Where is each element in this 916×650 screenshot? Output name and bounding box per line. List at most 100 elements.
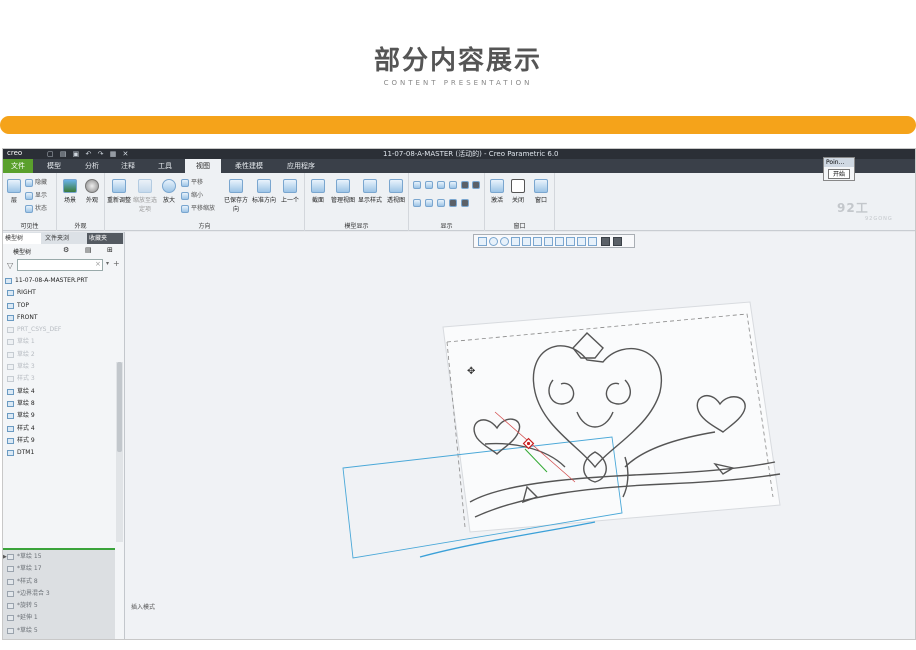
zoom-selected-icon (138, 179, 152, 193)
sketch-icon (7, 627, 14, 634)
previous-view-icon (283, 179, 297, 193)
display-style-button[interactable]: 显示样式 (357, 179, 383, 204)
zoom-to-selected-button[interactable]: 缩放至选定项 (132, 179, 158, 213)
axis-tag-icon[interactable] (425, 199, 433, 207)
csys-tag-icon[interactable] (449, 199, 457, 207)
show-button[interactable]: 显示 (25, 190, 47, 200)
add-filter-icon[interactable]: + (113, 259, 120, 268)
tree-item-sketch-2[interactable]: 草绘 2 (3, 349, 115, 361)
sphere-icon (85, 179, 99, 193)
tree-item-revolve-5[interactable]: *旋转 5 (3, 600, 115, 612)
tree-item-dtm1[interactable]: DTM1 (3, 447, 115, 459)
status-button[interactable]: 状态 (25, 203, 47, 213)
appearance-label: 外观 (85, 197, 98, 204)
tree-item-right[interactable]: RIGHT (3, 287, 115, 299)
close-window-button[interactable]: 关闭 (508, 179, 528, 204)
tab-favorites[interactable]: 收藏夹 (87, 233, 123, 244)
hide-button[interactable]: 隐藏 (25, 177, 47, 187)
display-toggle-icon[interactable] (461, 199, 469, 207)
plane-tag-icon[interactable] (413, 199, 421, 207)
group-appearance: 场景 外观 外观 (57, 173, 105, 231)
style-icon (7, 578, 14, 585)
refit-button[interactable]: 重新调整 (107, 179, 131, 204)
tree-item-sketch-9[interactable]: 草绘 9 (3, 410, 115, 422)
tree-root[interactable]: 11-07-08-A-MASTER.PRT (3, 275, 115, 287)
tree-item-style-9[interactable]: 样式 9 (3, 435, 115, 447)
datum-plane-icon (7, 450, 14, 457)
zoom-in-button[interactable]: 放大 (159, 179, 179, 204)
tree-settings-icon[interactable]: ⚙ (63, 246, 69, 254)
tree-item-top[interactable]: TOP (3, 300, 115, 312)
scene-label: 场景 (63, 197, 76, 204)
tree-scrollbar-thumb[interactable] (117, 362, 122, 452)
tree-item-boundary-blend-3[interactable]: *边界混合 3 (3, 588, 115, 600)
graphics-viewport[interactable]: ✥ 插入模式 (125, 232, 916, 640)
tree-item-style-3[interactable]: 样式 3 (3, 373, 115, 385)
zoom-out-button[interactable]: 缩小 (181, 190, 203, 200)
tree-item-extend-1[interactable]: *延伸 1 (3, 612, 115, 624)
standard-orientation-button[interactable]: 标准方向 (251, 179, 277, 204)
activate-label: 激活 (490, 197, 503, 204)
filter-icon[interactable]: ▽ (7, 261, 13, 270)
tree-item-sketch-1[interactable]: 草绘 1 (3, 336, 115, 348)
activate-button[interactable]: 激活 (487, 179, 507, 204)
clear-filter-icon[interactable]: × (95, 260, 101, 268)
tree-item-sketch-15[interactable]: ▶ *草绘 15 (3, 551, 115, 563)
point-tag-icon[interactable] (437, 199, 445, 207)
tab-annotate[interactable]: 注释 (111, 159, 145, 173)
style-icon (7, 376, 14, 383)
tab-tools[interactable]: 工具 (147, 159, 183, 173)
tree-item-csys[interactable]: PRT_CSYS_DEF (3, 324, 115, 336)
filter-dropdown-icon[interactable]: ▾ (106, 260, 109, 267)
tree-item-label: 草绘 4 (17, 387, 35, 395)
annotation-display-icon[interactable] (461, 181, 469, 189)
tab-file[interactable]: 文件 (3, 159, 33, 173)
perspective-button[interactable]: 透视图 (384, 179, 408, 204)
appearance-button[interactable]: 外观 (82, 179, 102, 204)
tab-applications[interactable]: 应用程序 (277, 159, 325, 173)
point-dialog-start-button[interactable]: 开始 (828, 169, 850, 179)
windows-button[interactable]: 窗口 (531, 179, 551, 204)
tree-item-sketch-17[interactable]: *草绘 17 (3, 563, 115, 575)
group-orientation: 重新调整 缩放至选定项 放大 平移 缩小 平移缩放 已保存方向 标准方向 上一个… (105, 173, 305, 231)
sketch-icon (7, 413, 14, 420)
spin-center-icon[interactable] (472, 181, 480, 189)
datum-point-display-icon[interactable] (437, 181, 445, 189)
tree-expand-icon[interactable]: ⊞ (107, 246, 113, 254)
tab-folder-browser[interactable]: 文件夹浏 (43, 233, 85, 244)
tree-item-sketch-4[interactable]: 草绘 4 (3, 386, 115, 398)
tab-view[interactable]: 视图 (185, 159, 221, 173)
scene-button[interactable]: 场景 (60, 179, 80, 204)
saved-orientations-button[interactable]: 已保存方向 (223, 179, 249, 213)
tab-analysis[interactable]: 分析 (75, 159, 109, 173)
tree-item-sketch-8[interactable]: 草绘 8 (3, 398, 115, 410)
tree-search-input[interactable] (17, 259, 103, 271)
tree-item-style-4[interactable]: 样式 4 (3, 423, 115, 435)
layer-button[interactable]: 层 (5, 179, 23, 204)
tree-item-front[interactable]: FRONT (3, 312, 115, 324)
crown-sketch-drawing[interactable]: ✥ (125, 232, 916, 640)
section-button[interactable]: 截面 (307, 179, 329, 204)
tree-item-label: *边界混合 3 (17, 589, 50, 597)
pan-button[interactable]: 平移 (181, 177, 203, 187)
sketch-image-plane (442, 301, 781, 533)
manage-views-button[interactable]: 管理视图 (330, 179, 356, 204)
tree-item-sketch-5[interactable]: *草绘 5 (3, 625, 115, 637)
tree-item-style-8[interactable]: *样式 8 (3, 576, 115, 588)
quick-access-toolbar[interactable]: ▢ ▤ ▣ ↶ ↷ ▦ ✕ (47, 150, 130, 158)
pan-zoom-button[interactable]: 平移缩放 (181, 203, 215, 213)
standard-orientation-icon (257, 179, 271, 193)
csys-display-icon[interactable] (449, 181, 457, 189)
tab-model[interactable]: 模型 (37, 159, 71, 173)
pan-zoom-icon (181, 204, 189, 213)
tree-item-sketch-3[interactable]: 草绘 3 (3, 361, 115, 373)
datum-axis-display-icon[interactable] (425, 181, 433, 189)
datum-plane-display-icon[interactable] (413, 181, 421, 189)
tree-columns-icon[interactable]: ▤ (85, 246, 92, 254)
tree-scrollbar[interactable] (116, 362, 123, 542)
group-visibility: 层 隐藏 显示 状态 可见性 (3, 173, 57, 231)
tree-item-label: TOP (17, 301, 30, 309)
tab-flexible-modeling[interactable]: 柔性建模 (225, 159, 273, 173)
tab-model-tree[interactable]: 模型树 (3, 233, 41, 244)
previous-view-button[interactable]: 上一个 (279, 179, 301, 204)
